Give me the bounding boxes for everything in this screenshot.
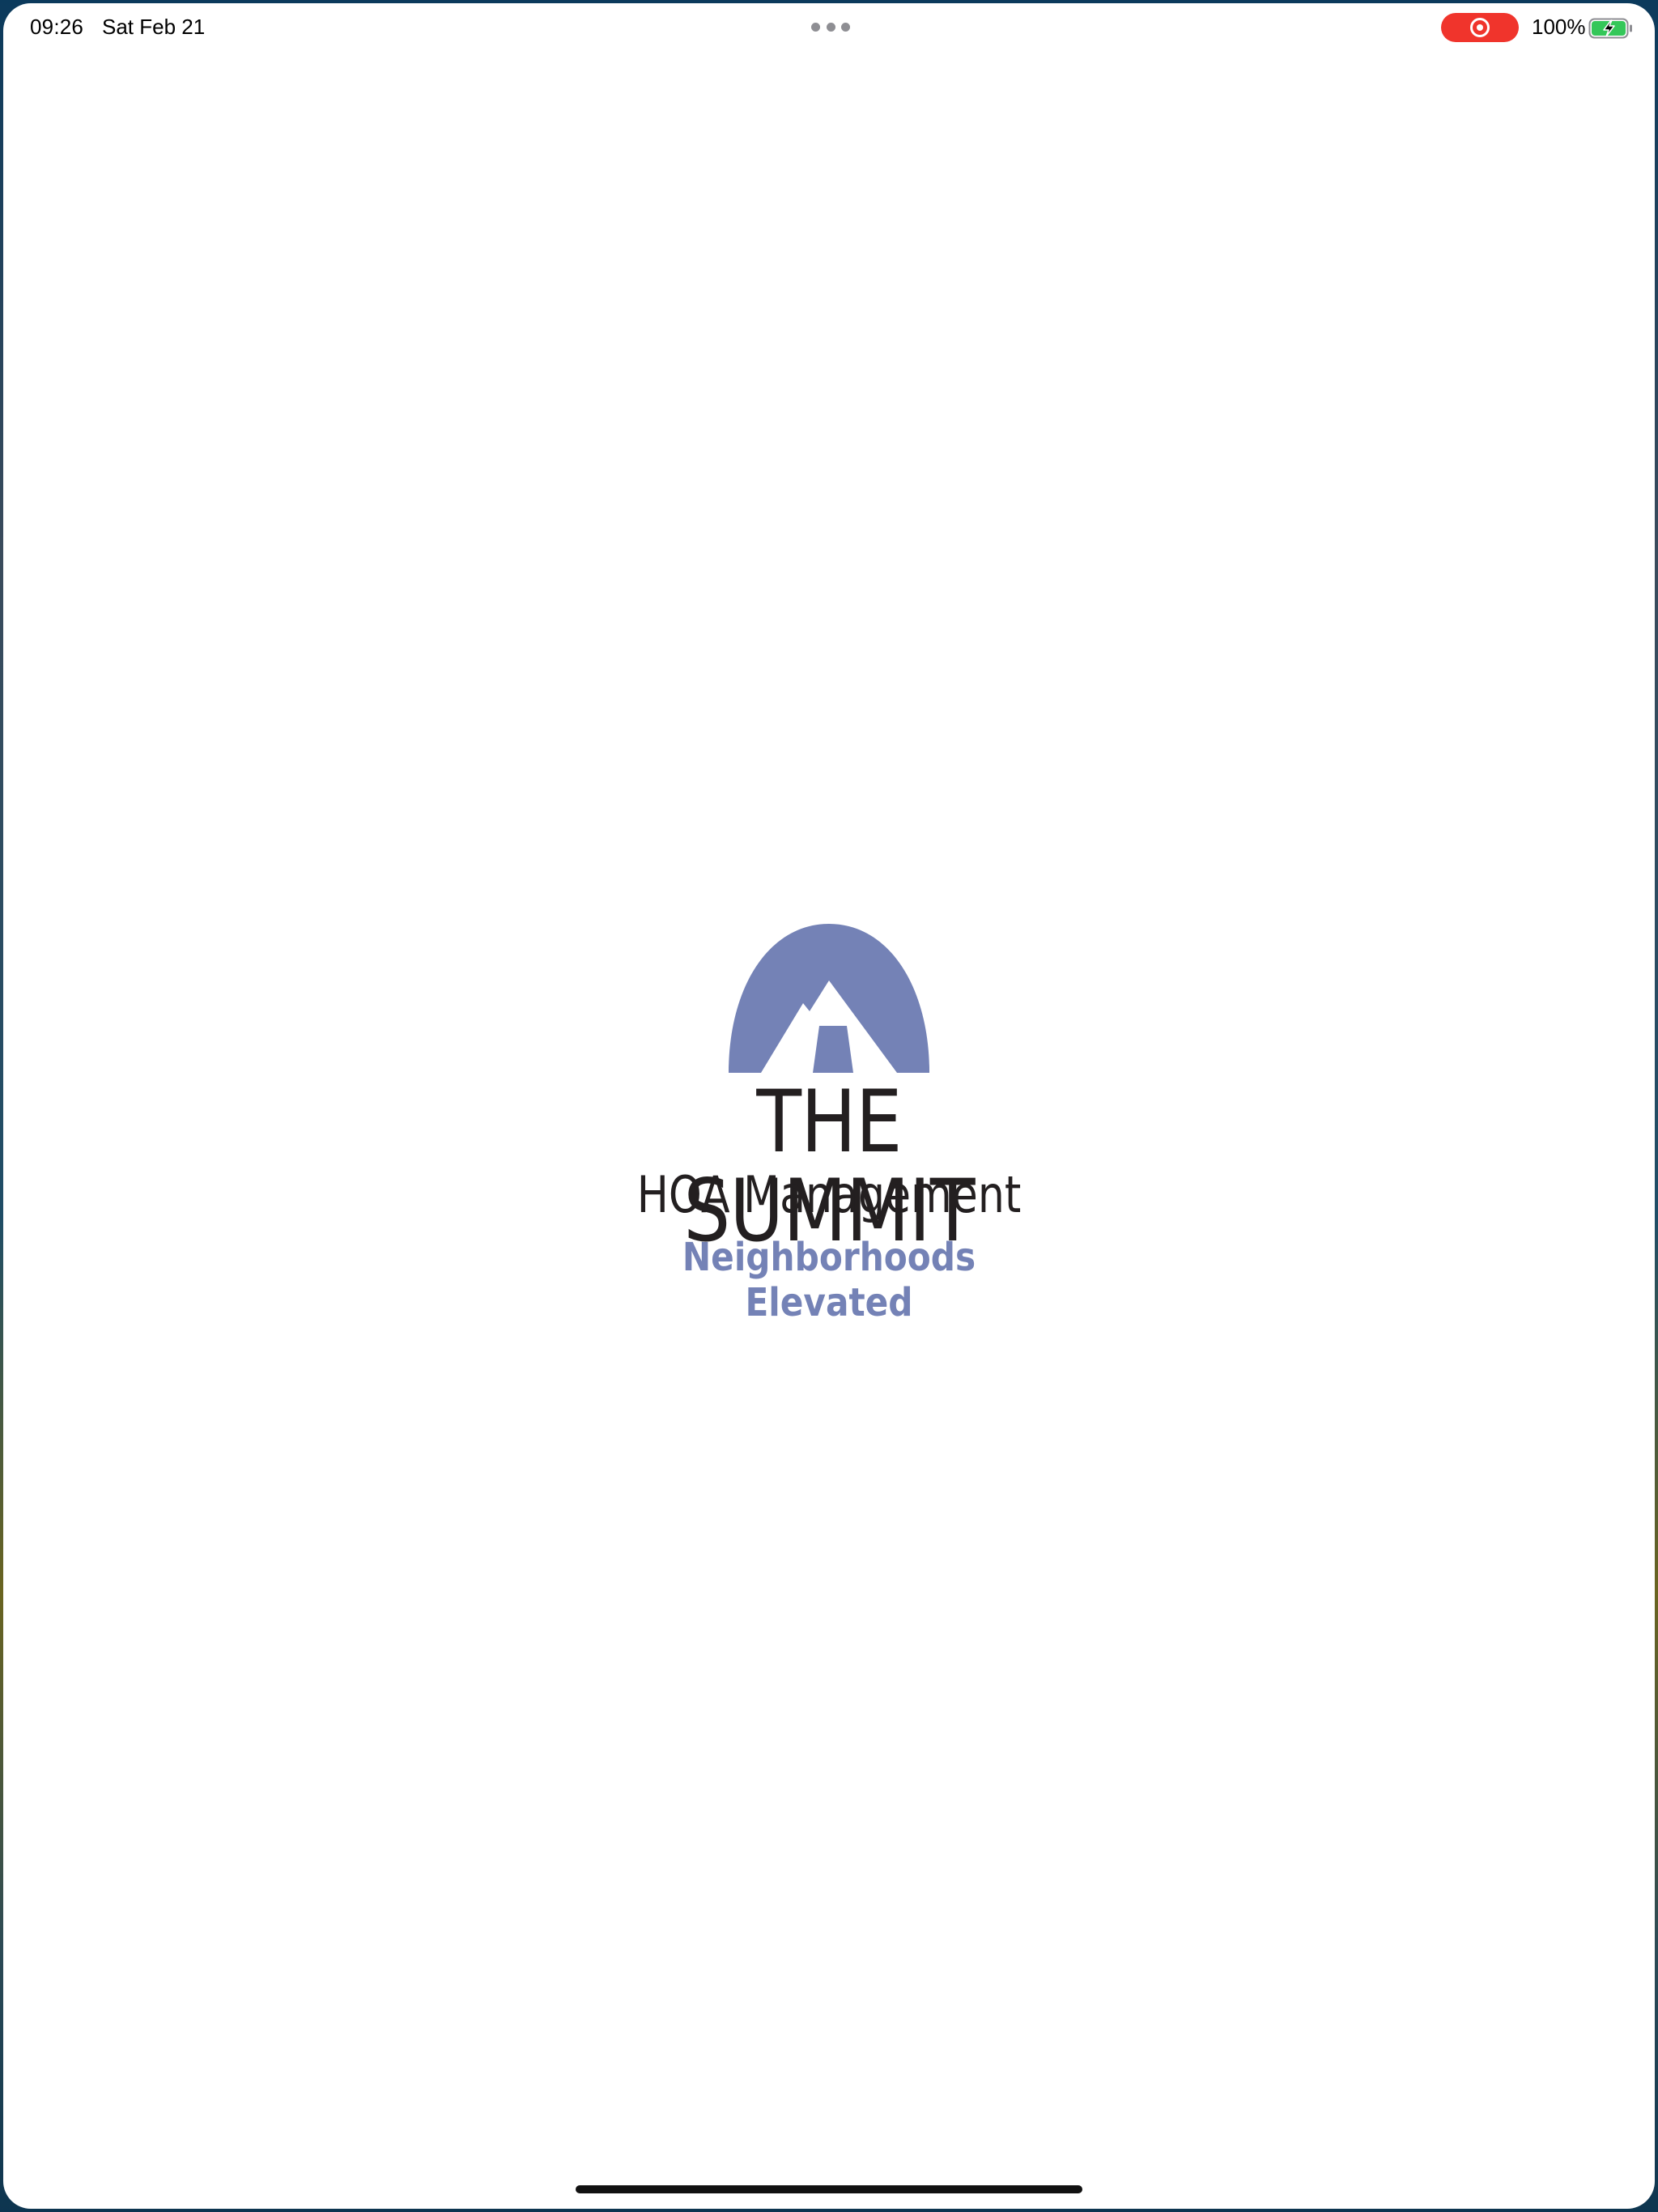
screen-record-icon[interactable] (1441, 13, 1519, 42)
status-bar: 09:26 Sat Feb 21 100% (3, 3, 1655, 52)
brand-tagline: Neighborhoods Elevated (682, 1235, 976, 1325)
brand-subtitle: HOA Management (636, 1165, 1022, 1224)
home-indicator[interactable] (576, 2185, 1082, 2193)
status-date: Sat Feb 21 (102, 15, 206, 39)
app-screen: 09:26 Sat Feb 21 100% THE SUMMIT HOA Man… (3, 3, 1655, 2209)
status-time: 09:26 (30, 15, 84, 39)
battery-percent: 100% (1532, 15, 1586, 39)
mountain-sun-icon (729, 924, 929, 1073)
multitask-dots-icon[interactable] (811, 23, 850, 32)
company-logo: THE SUMMIT HOA Management Neighborhoods … (570, 922, 1088, 1325)
battery-charging-icon (1588, 18, 1632, 39)
